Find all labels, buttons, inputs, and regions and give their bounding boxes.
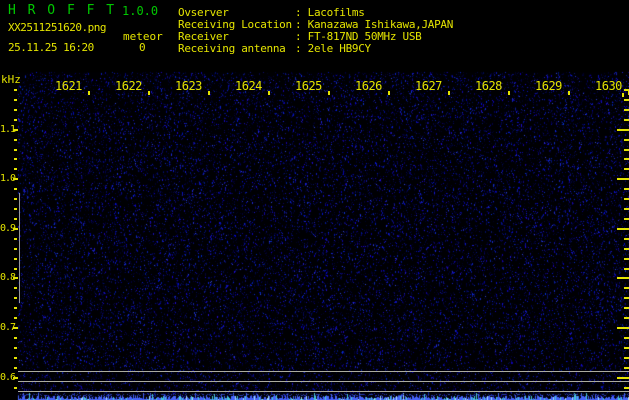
datetime-label: 25.11.25 16:20 bbox=[8, 41, 94, 54]
hrofft-window: kHz 1.11.00.90.80.70.6162116221623162416… bbox=[0, 0, 629, 400]
info-label: Receiving antenna bbox=[178, 42, 295, 55]
signal-level-line bbox=[18, 391, 629, 392]
info-separator: : bbox=[295, 42, 308, 55]
level-indicator-line bbox=[19, 193, 20, 303]
app-version: 1.0.0 bbox=[122, 4, 158, 18]
echo-count: 0 bbox=[139, 41, 146, 54]
signal-level-line bbox=[18, 381, 629, 382]
app-title: H R O F F T bbox=[8, 3, 116, 18]
signal-level-line bbox=[18, 371, 629, 372]
info-row-antenna: Receiving antenna: 2ele HB9CY bbox=[178, 42, 371, 55]
output-filename: XX2511251620.png bbox=[8, 21, 106, 34]
info-value: 2ele HB9CY bbox=[308, 42, 371, 55]
header: H R O F F T 1.0.0 XX2511251620.png meteo… bbox=[0, 0, 629, 72]
